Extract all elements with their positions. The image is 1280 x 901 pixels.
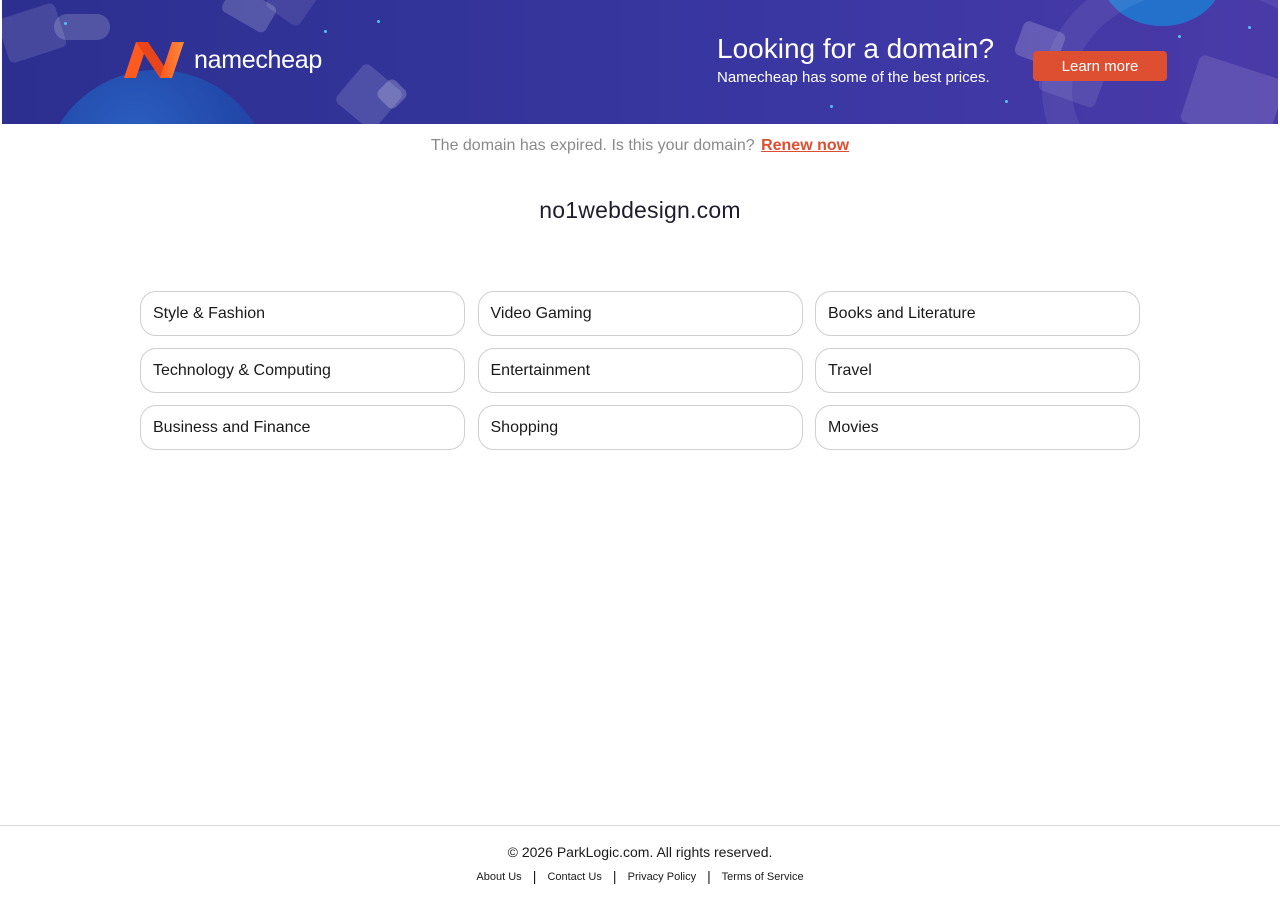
privacy-policy-link[interactable]: Privacy Policy: [628, 871, 696, 883]
promo-subtitle: Namecheap has some of the best prices.: [717, 69, 990, 86]
namecheap-logo[interactable]: namecheap: [122, 42, 322, 78]
category-link[interactable]: Video Gaming: [477, 291, 803, 336]
terms-of-service-link[interactable]: Terms of Service: [722, 871, 804, 883]
decorative-dot: [1248, 26, 1251, 29]
promo-title: Looking for a domain?: [717, 33, 995, 64]
about-us-link[interactable]: About Us: [476, 871, 521, 883]
promo-text: Looking for a domain? Namecheap has some…: [717, 32, 994, 88]
decorative-dot: [324, 30, 327, 33]
decorative-card: [2, 1, 68, 65]
category-link[interactable]: Shopping: [477, 405, 803, 450]
expired-notice-text: The domain has expired. Is this your dom…: [430, 137, 755, 154]
contact-us-link[interactable]: Contact Us: [547, 871, 601, 883]
category-grid: Style & Fashion Video Gaming Books and L…: [140, 291, 1140, 450]
category-link[interactable]: Books and Literature: [815, 291, 1140, 336]
footer-links: About Us | Contact Us | Privacy Policy |…: [0, 868, 1280, 884]
category-link[interactable]: Business and Finance: [140, 405, 465, 450]
decorative-dot: [1005, 100, 1008, 103]
decorative-dot: [64, 22, 67, 25]
footer-separator: |: [612, 868, 617, 884]
footer-separator: |: [707, 868, 711, 884]
category-link[interactable]: Movies: [815, 405, 1140, 450]
decorative-dot: [1178, 35, 1181, 38]
decorative-dot: [830, 105, 833, 108]
category-link[interactable]: Travel: [815, 348, 1140, 393]
renew-now-link[interactable]: Renew now: [761, 137, 849, 154]
footer-separator: |: [532, 868, 537, 884]
namecheap-logo-icon: [124, 42, 184, 78]
decorative-dot: [377, 20, 380, 23]
expired-notice: The domain has expired. Is this your dom…: [0, 137, 1280, 155]
category-link[interactable]: Style & Fashion: [140, 291, 465, 336]
footer: © 2026 ParkLogic.com. All rights reserve…: [0, 825, 1280, 901]
decorative-globe: [42, 70, 272, 124]
domain-name: no1webdesign.com: [539, 197, 741, 223]
category-link[interactable]: Entertainment: [477, 348, 803, 393]
category-link[interactable]: Technology & Computing: [140, 348, 465, 393]
copyright-text: © 2026 ParkLogic.com. All rights reserve…: [507, 844, 773, 860]
brand-name: namecheap: [194, 45, 322, 74]
promo-banner: namecheap Looking for a domain? Namechea…: [2, 0, 1278, 124]
learn-more-button[interactable]: Learn more: [1033, 51, 1167, 81]
